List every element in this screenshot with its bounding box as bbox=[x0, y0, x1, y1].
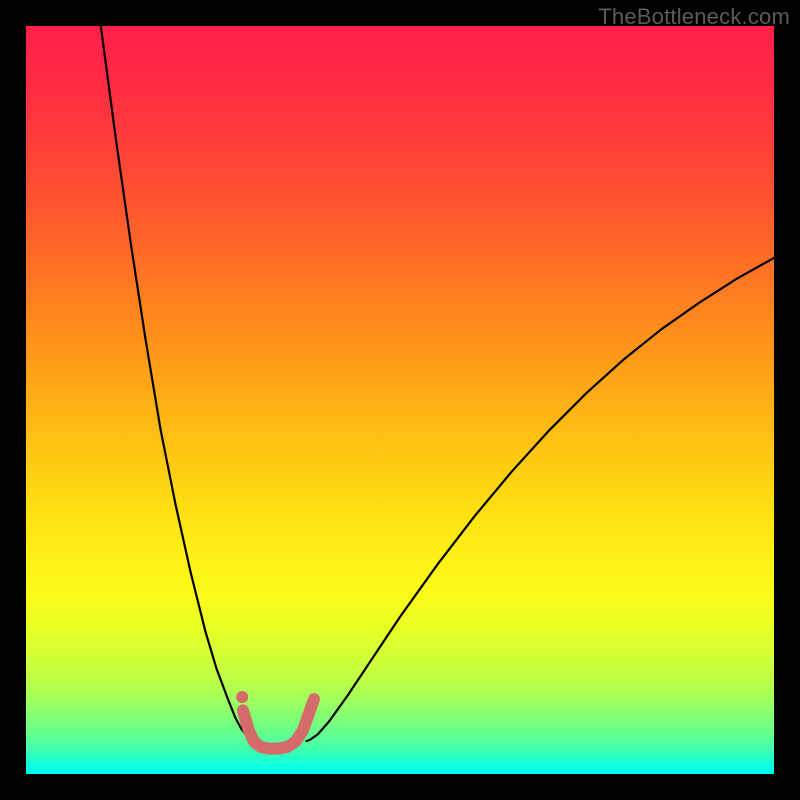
chart-point-trough-dot bbox=[236, 691, 248, 703]
chart-series-left-curve bbox=[101, 26, 254, 741]
chart-series-trough-band bbox=[243, 699, 314, 748]
chart-series-right-curve bbox=[307, 258, 775, 741]
watermark-text: TheBottleneck.com bbox=[598, 4, 790, 30]
chart-frame: TheBottleneck.com bbox=[0, 0, 800, 800]
chart-plot-area bbox=[26, 26, 774, 774]
chart-svg bbox=[26, 26, 774, 774]
